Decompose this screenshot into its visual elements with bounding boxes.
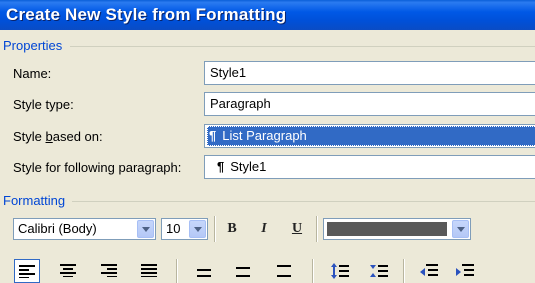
font-color-select[interactable] [323, 218, 471, 240]
paragraph-icon: ¶ [217, 159, 225, 174]
font-select[interactable]: Calibri (Body) [13, 218, 156, 240]
style-based-on-select[interactable]: ¶ List Paragraph [204, 124, 535, 148]
title-bar: Create New Style from Formatting [0, 0, 535, 30]
one-half-spacing-icon [236, 267, 250, 277]
single-spacing-button[interactable] [192, 259, 218, 283]
properties-divider [70, 46, 535, 47]
font-size-value: 10 [166, 221, 181, 236]
chevron-down-icon[interactable] [452, 220, 469, 238]
formatting-section-label: Formatting [3, 193, 66, 208]
style-type-label: Style type: [13, 97, 74, 112]
formatting-divider [72, 201, 535, 202]
align-left-icon [19, 265, 35, 278]
font-color-swatch [327, 222, 447, 236]
name-field[interactable]: Style1 [204, 61, 535, 85]
double-spacing-button[interactable] [272, 259, 298, 283]
justify-icon [141, 264, 157, 277]
chevron-down-icon[interactable] [137, 220, 154, 238]
properties-section-label: Properties [3, 38, 63, 53]
double-spacing-icon [277, 265, 291, 277]
toolbar-separator [176, 259, 178, 283]
increase-indent-button[interactable] [452, 259, 478, 283]
underline-button[interactable]: U [285, 218, 309, 240]
toolbar-separator [312, 259, 314, 283]
increase-indent-icon [456, 264, 474, 276]
following-paragraph-label: Style for following paragraph: [13, 160, 182, 175]
align-center-button[interactable] [56, 259, 82, 283]
style-based-on-selected: ¶ List Paragraph [207, 126, 535, 146]
chevron-down-icon[interactable] [189, 220, 206, 238]
style-type-value: Paragraph [210, 96, 271, 111]
decrease-spacing-icon [370, 265, 388, 277]
style-based-on-label: Style based on: [13, 129, 103, 144]
decrease-indent-icon [420, 264, 438, 276]
align-left-button[interactable] [14, 259, 40, 283]
name-field-value: Style1 [210, 65, 247, 80]
justify-button[interactable] [137, 259, 163, 283]
bold-button[interactable]: B [220, 218, 244, 240]
increase-paragraph-spacing-button[interactable] [327, 259, 353, 283]
decrease-indent-button[interactable] [416, 259, 442, 283]
toolbar-separator [403, 259, 405, 283]
window-title: Create New Style from Formatting [6, 5, 287, 24]
paragraph-icon: ¶ [209, 128, 217, 143]
style-type-select[interactable]: Paragraph [204, 92, 535, 116]
following-paragraph-select[interactable]: ¶ Style1 [204, 155, 535, 179]
align-right-icon [101, 264, 117, 277]
increase-spacing-icon [331, 263, 349, 279]
toolbar-separator [316, 216, 318, 242]
align-right-button[interactable] [97, 259, 123, 283]
font-size-select[interactable]: 10 [161, 218, 208, 240]
italic-button[interactable]: I [252, 218, 276, 240]
name-label: Name: [13, 66, 52, 81]
align-center-icon [60, 264, 76, 277]
one-half-spacing-button[interactable] [231, 259, 257, 283]
single-spacing-icon [197, 269, 211, 277]
toolbar-separator [214, 216, 216, 242]
following-paragraph-value: Style1 [230, 159, 267, 174]
style-based-on-value: List Paragraph [222, 128, 307, 143]
decrease-paragraph-spacing-button[interactable] [366, 259, 392, 283]
font-value: Calibri (Body) [18, 221, 97, 236]
